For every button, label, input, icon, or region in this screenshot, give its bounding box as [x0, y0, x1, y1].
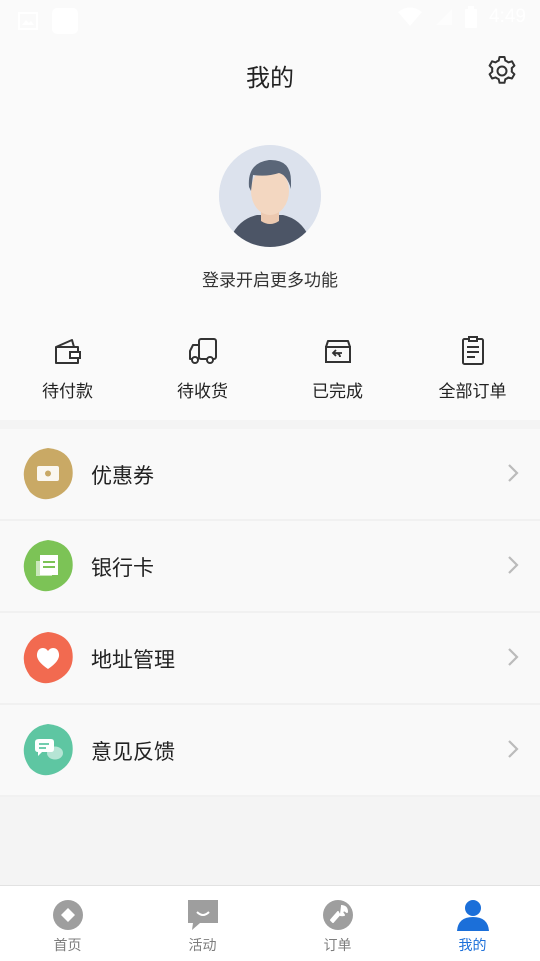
battery-icon: [465, 6, 478, 28]
tab-label: 我的: [458, 938, 487, 954]
menu-item-address[interactable]: 地址管理: [0, 613, 540, 705]
tab-orders[interactable]: 订单: [270, 886, 405, 961]
menu-item-bank-card[interactable]: 银行卡: [0, 521, 540, 613]
status-time: 4:49: [489, 6, 526, 27]
avatar[interactable]: [219, 145, 321, 247]
chat-bubbles-icon: [22, 724, 74, 776]
order-label: 待收货: [177, 382, 228, 402]
return-box-icon: [324, 340, 351, 363]
bottom-tab-bar: 首页 活动 订单 我的: [0, 885, 540, 961]
home-compass-icon: [52, 900, 83, 930]
order-label: 全部订单: [438, 382, 507, 402]
chevron-right-icon: [508, 556, 519, 574]
truck-icon: [188, 338, 217, 364]
settings-gear-icon[interactable]: [486, 55, 518, 87]
tab-label: 首页: [53, 938, 82, 954]
order-label: 待付款: [42, 382, 93, 402]
signal-icon: [436, 9, 453, 25]
activity-chat-icon: [187, 900, 218, 930]
wallet-icon: [54, 339, 81, 364]
coupon-icon: [22, 448, 74, 500]
menu-item-coupons[interactable]: 优惠券: [0, 429, 540, 521]
tab-mine[interactable]: 我的: [405, 886, 540, 961]
order-pending-receipt[interactable]: 待收货: [135, 335, 270, 420]
bank-card-icon: [22, 540, 74, 592]
menu-list: 优惠券 银行卡 地址管理 意见反馈: [0, 429, 540, 797]
status-bar: 4:49: [0, 0, 540, 38]
chevron-right-icon: [508, 648, 519, 666]
person-icon: [456, 900, 489, 931]
wifi-icon: [398, 7, 423, 26]
order-shortcuts: 待付款 待收货 已完成 全部订单: [0, 335, 540, 420]
image-notification-icon: [18, 12, 38, 30]
chevron-right-icon: [508, 464, 519, 482]
tab-label: 订单: [323, 938, 352, 954]
menu-item-feedback[interactable]: 意见反馈: [0, 705, 540, 797]
menu-item-label: 优惠券: [91, 464, 154, 488]
order-label: 已完成: [312, 382, 363, 402]
menu-item-label: 银行卡: [91, 556, 154, 580]
tab-home[interactable]: 首页: [0, 886, 135, 961]
default-avatar-icon: [219, 145, 321, 247]
app-notification-icon: [52, 8, 78, 34]
order-completed[interactable]: 已完成: [270, 335, 405, 420]
menu-item-label: 意见反馈: [91, 740, 175, 764]
order-pending-payment[interactable]: 待付款: [0, 335, 135, 420]
order-all[interactable]: 全部订单: [405, 335, 540, 420]
heart-icon: [22, 632, 74, 684]
wrench-icon: [322, 900, 353, 930]
chevron-right-icon: [508, 740, 519, 758]
tab-activity[interactable]: 活动: [135, 886, 270, 961]
login-prompt[interactable]: 登录开启更多功能: [0, 266, 540, 291]
page-title: 我的: [246, 64, 294, 92]
clipboard-icon: [461, 336, 484, 365]
menu-item-label: 地址管理: [91, 648, 175, 672]
tab-label: 活动: [188, 938, 217, 954]
